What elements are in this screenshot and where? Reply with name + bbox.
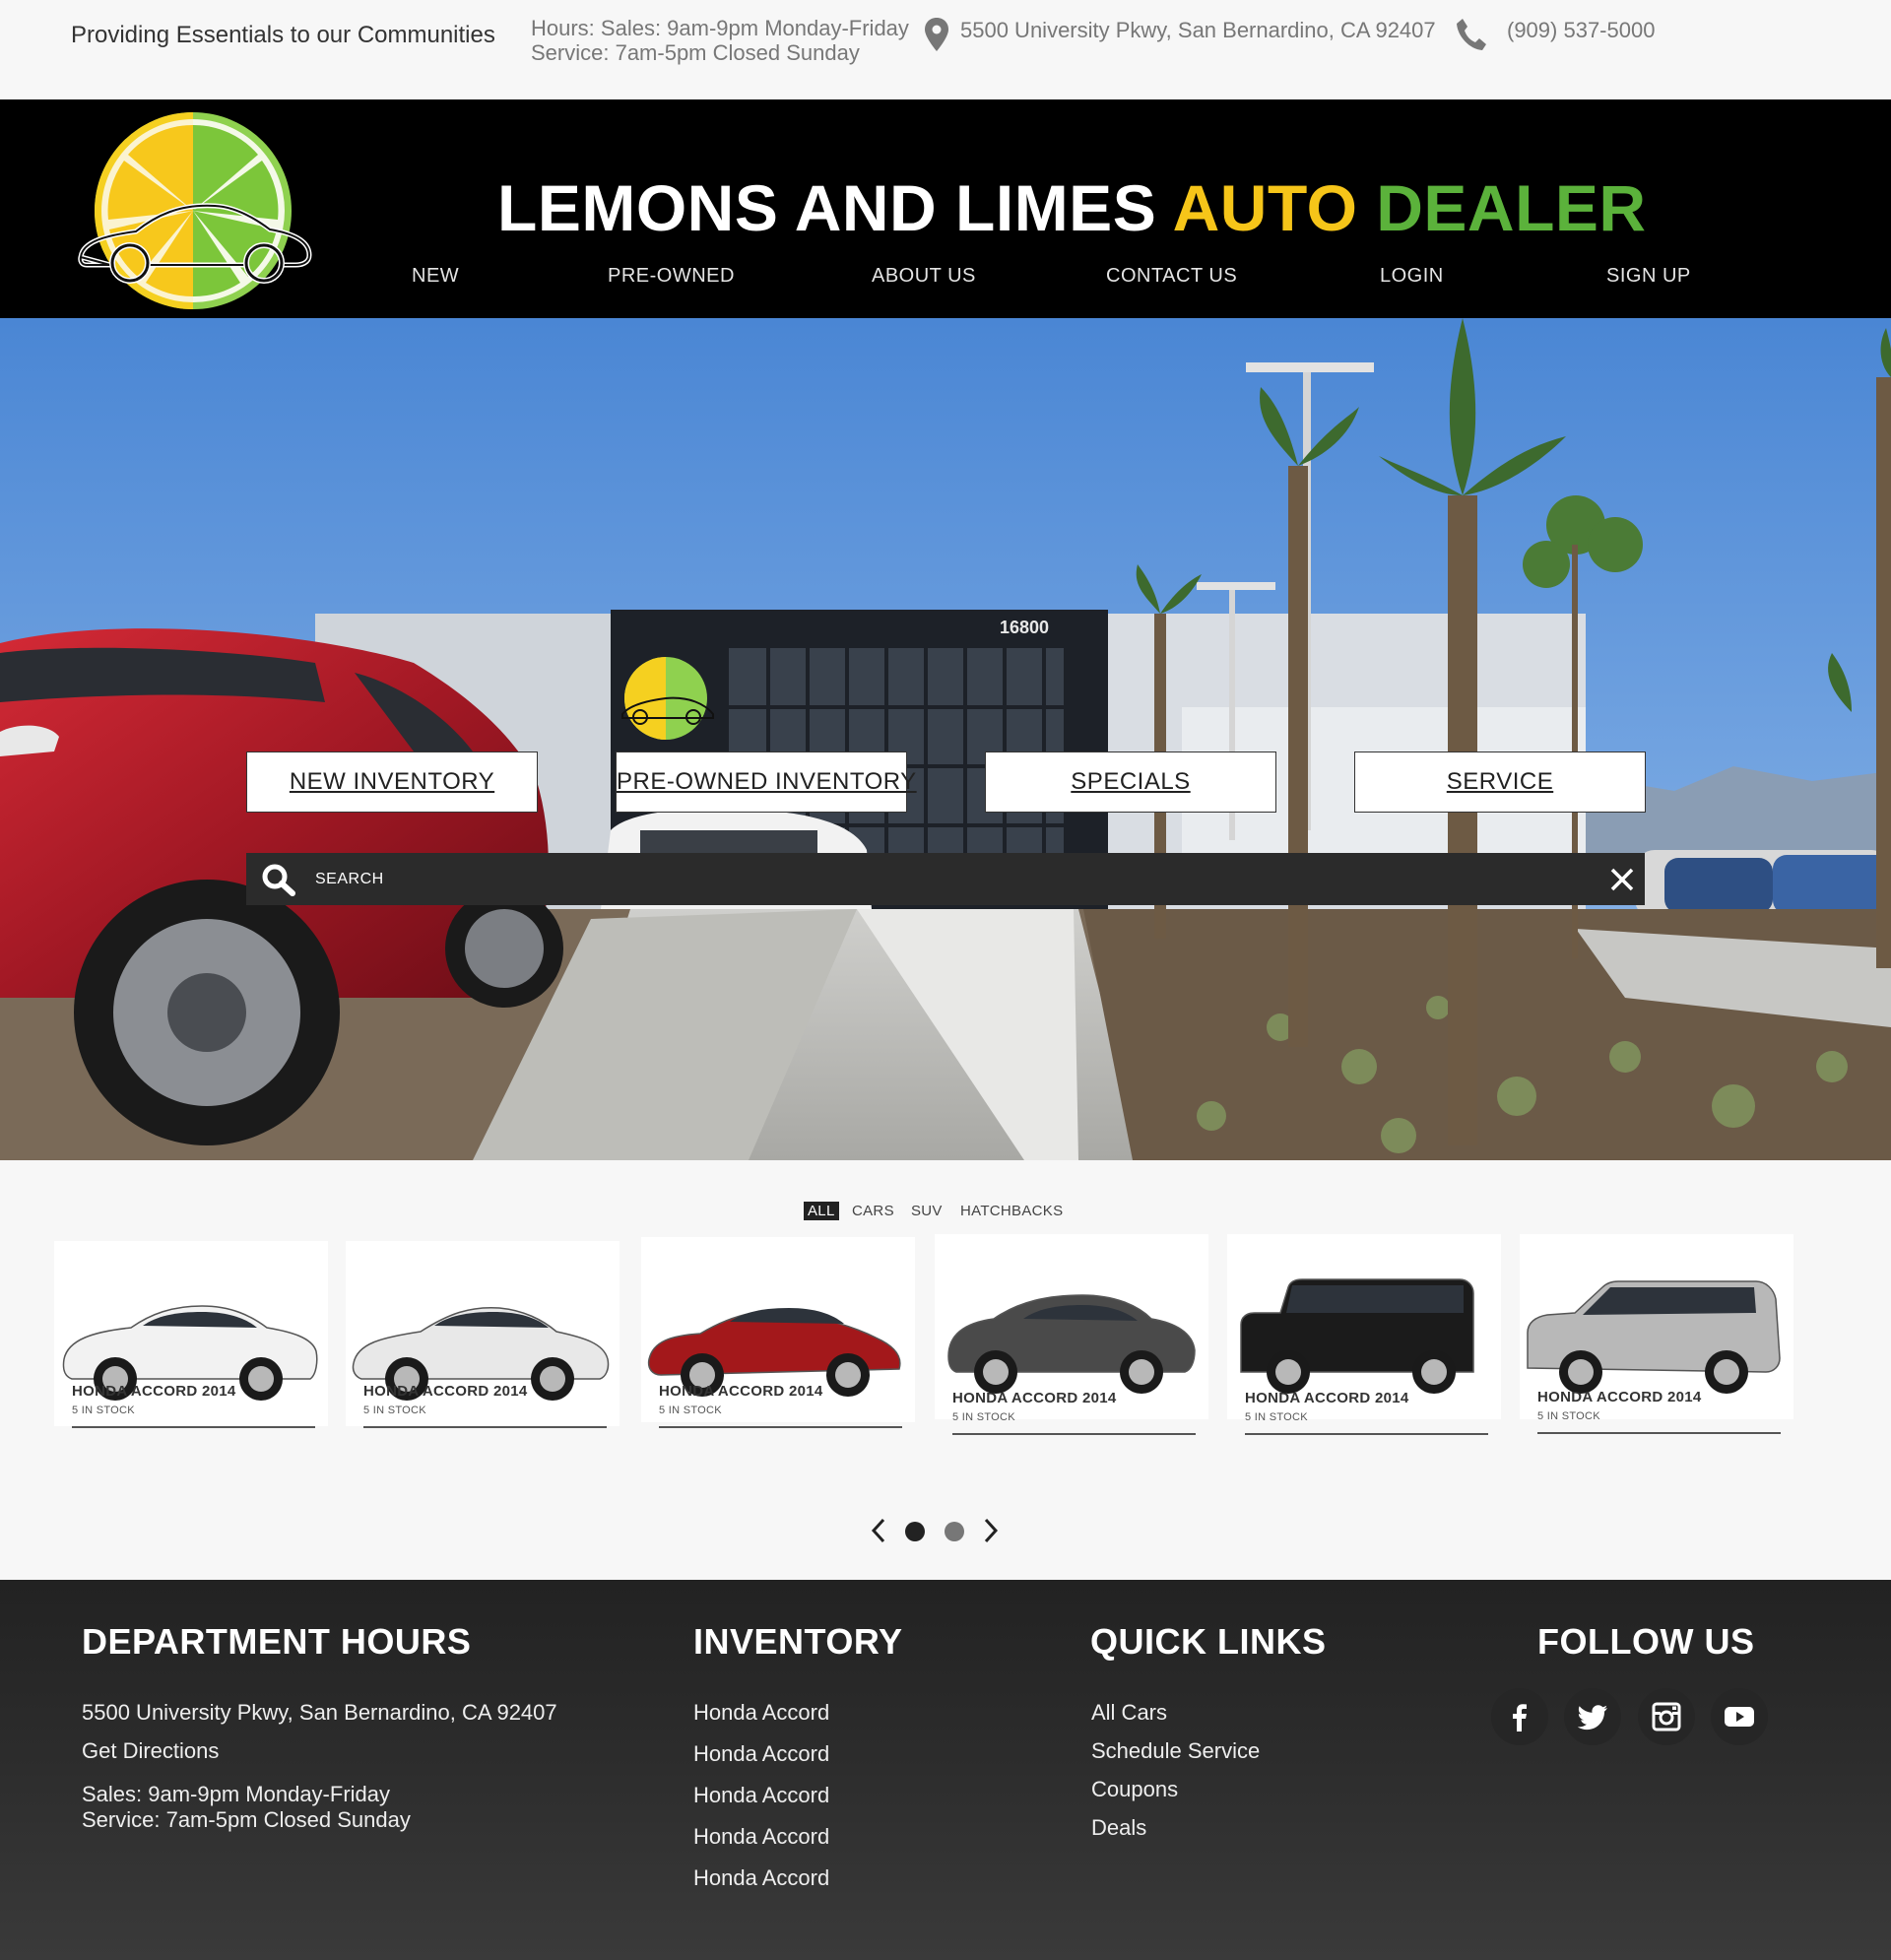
stock-count: 5 IN STOCK [1245,1411,1308,1423]
site-footer: DEPARTMENT HOURS 5500 University Pkwy, S… [0,1580,1891,1960]
filter-cars[interactable]: CARS [848,1202,898,1220]
lemon-lime-car-logo[interactable] [77,111,313,313]
department-hours-heading: DEPARTMENT HOURS [82,1621,472,1662]
filter-all[interactable]: ALL [804,1202,839,1220]
inventory-link[interactable]: Honda Accord [693,1824,829,1850]
dealership-photo: 16800 [0,318,1891,1160]
car-title[interactable]: HONDA ACCORD 2014 [72,1383,236,1400]
tagline: Providing Essentials to our Communities [71,22,495,48]
car-title[interactable]: HONDA ACCORD 2014 [1245,1390,1409,1406]
brand-title-auto: AUTO [1172,171,1377,244]
instagram-icon[interactable] [1638,1688,1695,1745]
inventory-heading: INVENTORY [693,1621,903,1662]
brand-title-main: LEMONS AND LIMES [497,171,1173,244]
filter-hatchbacks[interactable]: HATCHBACKS [956,1202,1067,1220]
inventory-link[interactable]: Honda Accord [693,1865,829,1891]
car-title[interactable]: HONDA ACCORD 2014 [363,1383,528,1400]
inventory-link[interactable]: Honda Accord [693,1783,829,1808]
top-info-bar: Providing Essentials to our Communities … [0,0,1891,99]
footer-sales-hours: Sales: 9am-9pm Monday-Friday [82,1782,391,1806]
service-hours: Service: 7am-5pm Closed Sunday [531,40,860,65]
footer-service-hours: Service: 7am-5pm Closed Sunday [82,1807,411,1832]
search-bar [246,853,1645,905]
car-title[interactable]: HONDA ACCORD 2014 [659,1383,823,1400]
chevron-right-icon[interactable] [981,1518,1001,1543]
map-pin-icon [925,18,948,51]
phone-icon [1457,19,1486,50]
nav-contact-us[interactable]: CONTACT US [1106,265,1237,288]
pre-owned-inventory-button[interactable]: PRE-OWNED INVENTORY [616,751,916,813]
hero-banner: 16800 NEW INVENTORY PRE-OWNED INVENTORY … [0,318,1891,1160]
quick-link-all-cars[interactable]: All Cars [1091,1700,1167,1726]
card-divider [363,1426,607,1428]
twitter-icon[interactable] [1564,1688,1621,1745]
search-icon[interactable] [261,863,296,896]
phone-link[interactable]: (909) 537-5000 [1507,18,1655,43]
inventory-filters: ALL CARS SUV HATCHBACKS [0,1202,1891,1221]
building-number: 16800 [1000,618,1049,637]
quick-link-schedule-service[interactable]: Schedule Service [1091,1738,1260,1764]
get-directions-link[interactable]: Get Directions [82,1738,219,1764]
stock-count: 5 IN STOCK [72,1405,135,1416]
card-divider [952,1433,1196,1435]
inventory-link[interactable]: Honda Accord [693,1700,829,1726]
address-link[interactable]: 5500 University Pkwy, San Bernardino, CA… [960,18,1436,43]
quick-links-heading: QUICK LINKS [1090,1621,1327,1662]
stock-count: 5 IN STOCK [1537,1410,1600,1422]
carousel-dot-1[interactable] [905,1522,925,1541]
sales-hours: Hours: Sales: 9am-9pm Monday-Friday [531,16,909,40]
store-hours: Hours: Sales: 9am-9pm Monday-Friday Serv… [531,16,909,65]
carousel-pager [0,1515,1891,1544]
filter-suv[interactable]: SUV [907,1202,946,1220]
card-divider [659,1426,902,1428]
site-header: LEMONS AND LIMES AUTO DEALER NEW PRE-OWN… [0,99,1891,318]
brand-title-dealer: DEALER [1376,171,1647,244]
chevron-left-icon[interactable] [869,1518,888,1543]
quick-link-deals[interactable]: Deals [1091,1815,1146,1841]
carousel-dot-2[interactable] [945,1522,964,1541]
brand-title: LEMONS AND LIMES AUTO DEALER [497,170,1647,245]
nav-about-us[interactable]: ABOUT US [872,265,976,288]
stock-count: 5 IN STOCK [659,1405,722,1416]
car-title[interactable]: HONDA ACCORD 2014 [1537,1389,1702,1405]
quick-link-coupons[interactable]: Coupons [1091,1777,1178,1802]
facebook-icon[interactable] [1491,1688,1548,1745]
footer-address: 5500 University Pkwy, San Bernardino, CA… [82,1700,557,1725]
inventory-link[interactable]: Honda Accord [693,1741,829,1767]
stock-count: 5 IN STOCK [952,1411,1015,1423]
card-divider [1245,1433,1488,1435]
search-input[interactable] [315,853,1556,905]
follow-us-heading: FOLLOW US [1537,1621,1755,1662]
car-title[interactable]: HONDA ACCORD 2014 [952,1390,1117,1406]
nav-sign-up[interactable]: SIGN UP [1606,265,1691,288]
new-inventory-button[interactable]: NEW INVENTORY [246,751,538,813]
youtube-icon[interactable] [1711,1688,1768,1745]
nav-login[interactable]: LOGIN [1380,265,1444,288]
service-button[interactable]: SERVICE [1354,751,1646,813]
card-divider [72,1426,315,1428]
close-icon[interactable] [1608,866,1636,893]
stock-count: 5 IN STOCK [363,1405,426,1416]
nav-new[interactable]: NEW [412,265,459,288]
nav-pre-owned[interactable]: PRE-OWNED [608,265,735,288]
card-divider [1537,1432,1781,1434]
specials-button[interactable]: SPECIALS [985,751,1276,813]
